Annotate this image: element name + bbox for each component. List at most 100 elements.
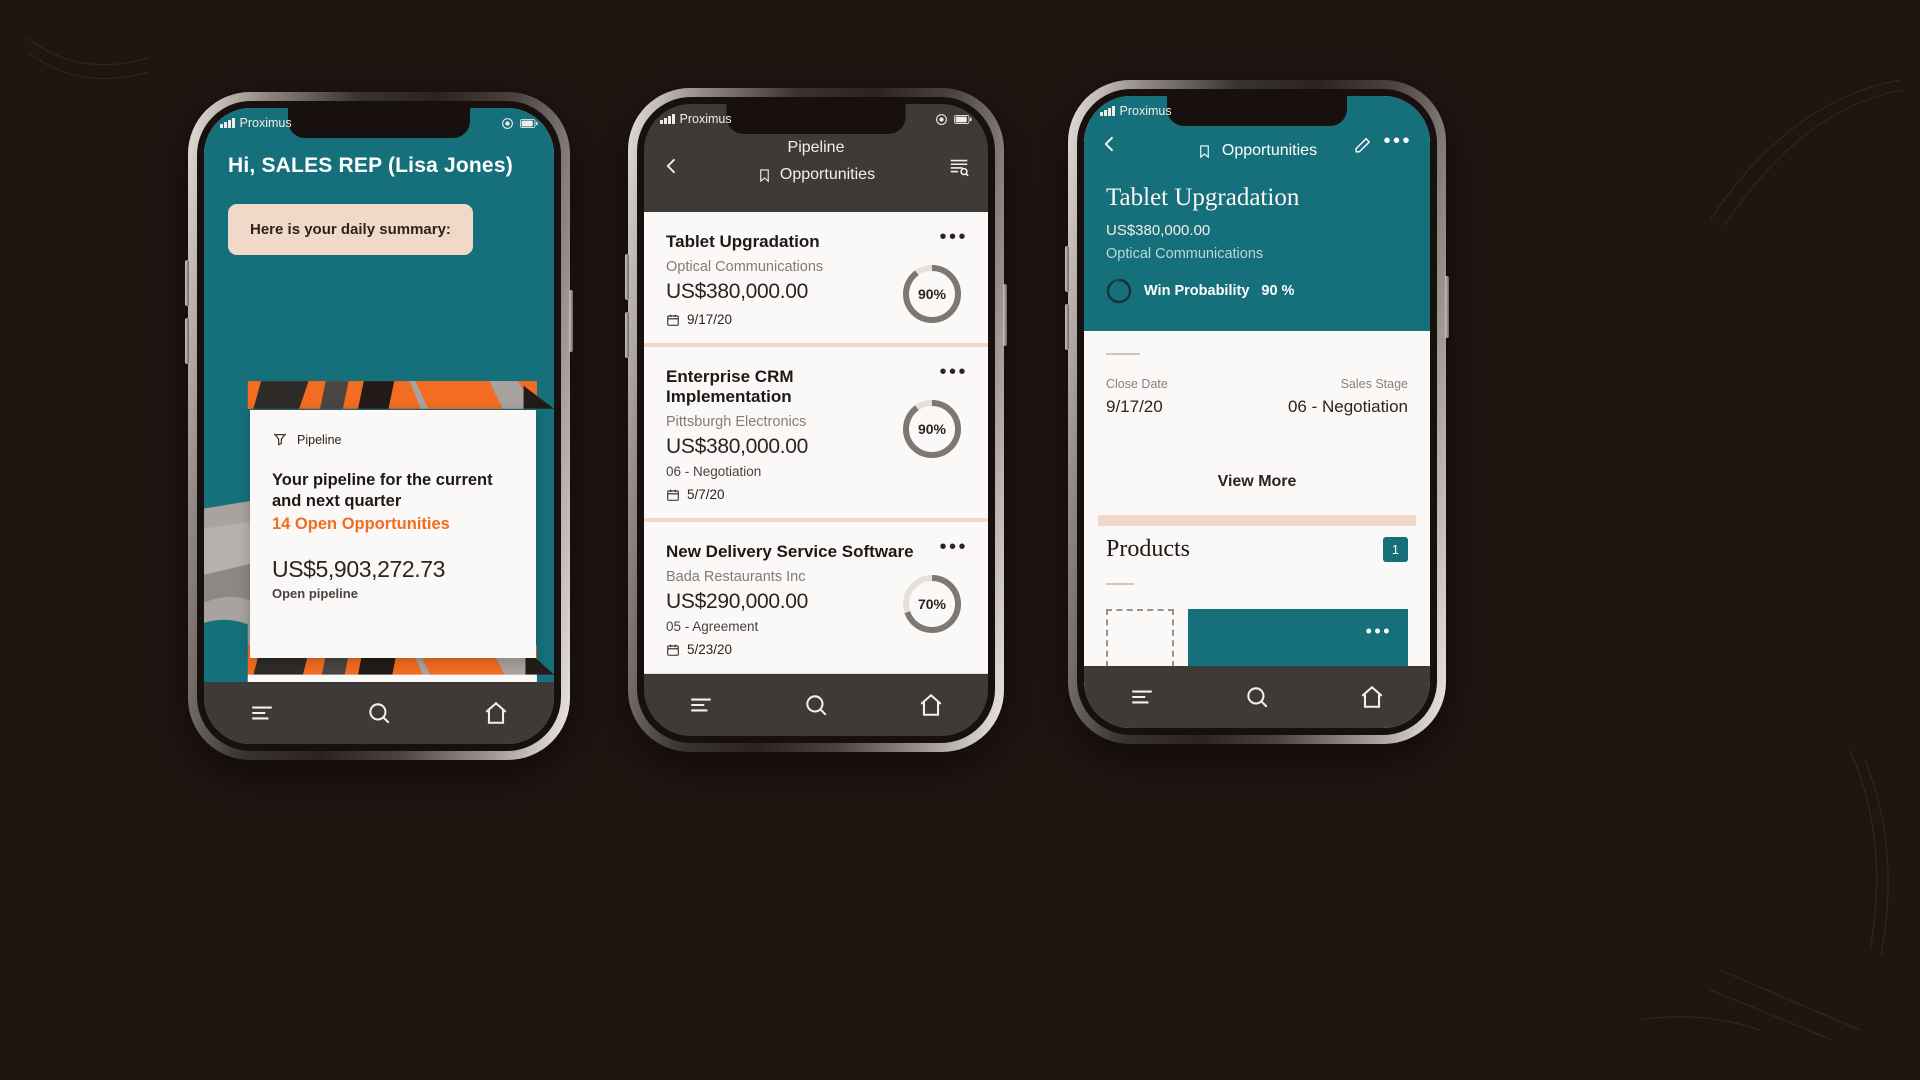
screen-record-icon (936, 113, 947, 125)
carrier-label: Proximus (679, 112, 732, 126)
list-menu-button[interactable] (948, 156, 970, 183)
field-sales-stage: Sales Stage 06 - Negotiation (1288, 377, 1408, 417)
probability-ring: 90% (900, 397, 964, 461)
calendar-icon (667, 489, 679, 501)
opportunity-more-button[interactable]: ••• (939, 362, 968, 382)
phone3-detail-body: Close Date 9/17/20 Sales Stage 06 - Nego… (1084, 331, 1430, 719)
detail-more-button[interactable]: ••• (1383, 130, 1412, 153)
opportunity-date: 5/23/20 (687, 642, 733, 657)
opportunity-date: 5/7/20 (687, 487, 725, 502)
opportunity-list[interactable]: Tablet Upgradation Optical Communication… (644, 212, 988, 674)
opportunity-stage: 06 - Negotiation (666, 464, 762, 479)
bookmark-icon[interactable] (757, 168, 772, 183)
search-icon[interactable] (1244, 684, 1270, 710)
bookmark-icon[interactable] (1197, 144, 1212, 159)
product-more-button[interactable]: ••• (1366, 621, 1392, 642)
background-scribble-topright (1709, 79, 1905, 227)
phone1-volume-down[interactable] (185, 318, 189, 364)
calendar-icon (667, 644, 679, 656)
phone2-volume-up[interactable] (625, 254, 629, 300)
phone-2-screen: Pipeline Opportunities Proximus Tablet U… (644, 104, 988, 736)
detail-nav-title: Opportunities (1221, 142, 1318, 159)
opportunity-detail-title: Tablet Upgradation (1106, 184, 1300, 211)
menu-icon[interactable] (249, 700, 275, 726)
products-divider (1106, 583, 1134, 585)
calendar-icon (667, 314, 679, 326)
win-probability-row: Win Probability 90 % (1106, 278, 1294, 304)
phone3-volume-down[interactable] (1065, 304, 1069, 350)
signal-bars-icon (660, 114, 675, 124)
pipeline-card-label: Pipeline (297, 433, 342, 447)
edit-button[interactable] (1353, 136, 1372, 160)
chevron-left-icon (666, 158, 676, 174)
section-divider (1106, 353, 1140, 355)
pipeline-card-headline: Your pipeline for the current and next q… (272, 471, 493, 511)
battery-icon (520, 118, 538, 128)
phone1-bottom-nav (204, 682, 554, 744)
opportunity-date-row: 5/23/20 (666, 642, 966, 657)
peach-section-separator (1098, 515, 1416, 526)
products-heading: Products (1106, 536, 1190, 562)
phone1-status-bar: Proximus (204, 108, 554, 138)
view-more-button[interactable]: View More (1084, 473, 1430, 491)
field-label: Sales Stage (1340, 377, 1408, 391)
card-collage-area: Pipeline Your pipeline for the current a… (204, 298, 554, 682)
header-subtitle-row: Opportunities (644, 166, 988, 184)
background-scribble-topleft (27, 37, 149, 80)
phone2-status-bar: Proximus (644, 104, 988, 134)
phone3-bottom-nav (1084, 666, 1430, 728)
signal-bars-icon (220, 118, 235, 128)
detail-field-grid: Close Date 9/17/20 Sales Stage 06 - Nego… (1106, 377, 1408, 417)
opportunity-title: New Delivery Service Software (666, 542, 914, 561)
field-close-date: Close Date 9/17/20 (1106, 377, 1168, 417)
pencil-icon (1355, 137, 1371, 153)
opportunity-title: Tablet Upgradation (666, 232, 820, 251)
menu-icon[interactable] (1129, 684, 1155, 710)
phone-3-bezel: Opportunities ••• Tablet Upgradation US$… (1077, 89, 1437, 735)
phone-1-frame: Proximus Hi, SALES REP (Lisa Jones) Here… (185, 92, 573, 760)
pipeline-card-label-row: Pipeline (272, 432, 514, 448)
search-icon[interactable] (366, 700, 392, 726)
battery-icon (954, 114, 972, 124)
products-count-badge: 1 (1382, 537, 1408, 562)
opportunity-card-2[interactable]: Enterprise CRM Implementation Pittsburgh… (644, 347, 988, 522)
phone3-power[interactable] (1445, 276, 1449, 338)
menu-icon[interactable] (688, 692, 714, 718)
win-probability-value: 90 % (1261, 283, 1295, 299)
opportunity-date: 9/17/20 (687, 312, 733, 327)
opportunity-card-1[interactable]: Tablet Upgradation Optical Communication… (644, 212, 988, 347)
field-value: 9/17/20 (1106, 397, 1163, 416)
back-button[interactable] (662, 156, 682, 181)
home-icon[interactable] (918, 692, 944, 718)
phone-2-bezel: Pipeline Opportunities Proximus Tablet U… (637, 97, 995, 743)
search-icon[interactable] (803, 692, 829, 718)
win-probability-ring-icon (1106, 278, 1132, 304)
phone2-volume-down[interactable] (625, 312, 629, 358)
header-title: Pipeline (787, 139, 845, 156)
carrier-label: Proximus (239, 116, 292, 130)
phone2-power[interactable] (1003, 284, 1007, 346)
detail-nav-title-row: Opportunities (1084, 136, 1430, 166)
home-icon[interactable] (483, 700, 509, 726)
pipeline-card[interactable]: Pipeline Your pipeline for the current a… (250, 410, 536, 658)
phone1-volume-up[interactable] (185, 260, 189, 306)
screen-record-icon (502, 117, 513, 129)
field-value: 06 - Negotiation (1287, 397, 1408, 416)
phone3-detail-header: Opportunities ••• Tablet Upgradation US$… (1084, 96, 1430, 331)
probability-value: 90% (917, 286, 947, 302)
background-scribble-right (1639, 749, 1889, 1040)
opportunity-more-button[interactable]: ••• (939, 227, 968, 247)
home-icon[interactable] (1359, 684, 1385, 710)
pipeline-amount: US$5,903,272.73 (272, 555, 446, 582)
carrier-label: Proximus (1119, 104, 1172, 118)
opportunity-more-button[interactable]: ••• (939, 537, 968, 557)
greeting-title: Hi, SALES REP (Lisa Jones) (228, 154, 513, 177)
pipeline-open-opportunities[interactable]: 14 Open Opportunities (272, 515, 514, 534)
opportunity-detail-amount: US$380,000.00 (1106, 222, 1211, 239)
phone2-bottom-nav (644, 674, 988, 736)
signal-bars-icon (1100, 106, 1115, 116)
opportunity-card-3[interactable]: New Delivery Service Software Bada Resta… (644, 522, 988, 674)
probability-ring: 70% (900, 572, 964, 636)
phone1-power[interactable] (569, 290, 573, 352)
phone3-volume-up[interactable] (1065, 246, 1069, 292)
